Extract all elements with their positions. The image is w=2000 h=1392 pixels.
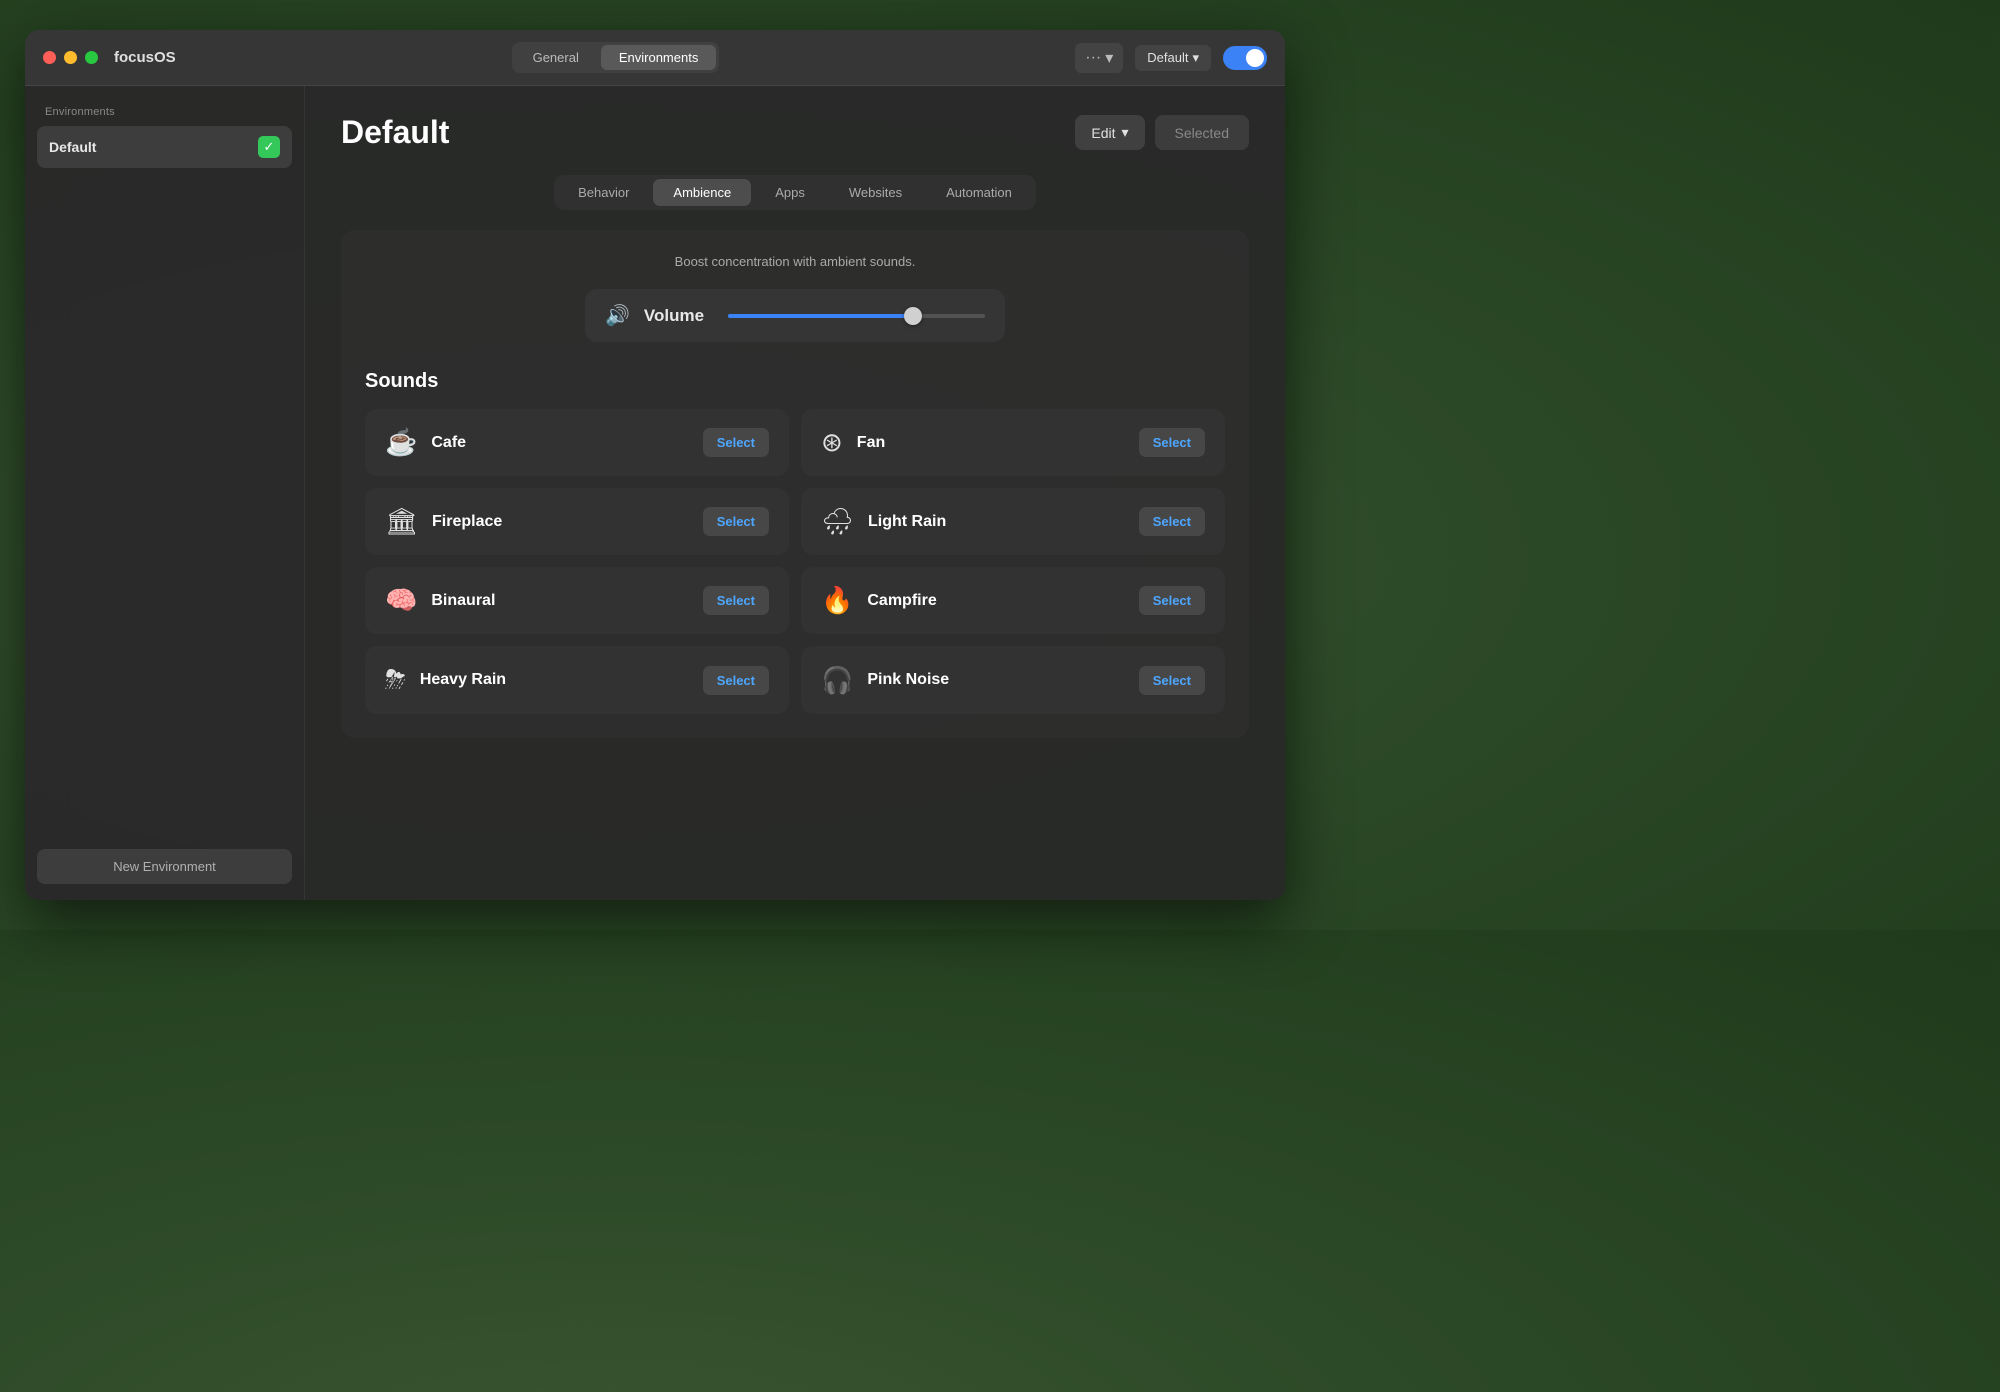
sound-card-binaural: 🧠 Binaural Select <box>365 567 789 634</box>
volume-label: Volume <box>644 306 704 326</box>
sound-name-binaural: Binaural <box>431 592 688 610</box>
sidebar-section-label: Environments <box>37 102 292 126</box>
sound-card-pink-noise: 🎧 Pink Noise Select <box>801 646 1225 714</box>
sound-card-fireplace: 🏛 Fireplace Select <box>365 488 789 555</box>
traffic-lights <box>43 51 98 64</box>
campfire-icon: 🔥 <box>821 585 853 616</box>
sound-name-fireplace: Fireplace <box>432 513 689 531</box>
volume-row: 🔊 Volume <box>585 289 1005 342</box>
chevron-down-icon: ▾ <box>1192 50 1199 66</box>
slider-fill <box>728 314 913 318</box>
fullscreen-button[interactable] <box>85 51 98 64</box>
fireplace-icon: 🏛 <box>385 506 418 537</box>
slider-thumb[interactable] <box>904 307 922 325</box>
sound-card-cafe: ☕ Cafe Select <box>365 409 789 476</box>
focus-toggle[interactable] <box>1223 46 1267 70</box>
body: Environments Default ✓ New Environment D… <box>25 86 1285 900</box>
select-light-rain-button[interactable]: Select <box>1139 507 1205 536</box>
sounds-grid: ☕ Cafe Select ⊛ Fan Select 🏛 Fireplace S… <box>365 409 1225 714</box>
select-fan-button[interactable]: Select <box>1139 428 1205 457</box>
sound-name-cafe: Cafe <box>431 434 688 452</box>
sound-name-campfire: Campfire <box>867 592 1124 610</box>
tab-automation[interactable]: Automation <box>926 179 1032 206</box>
tab-behavior[interactable]: Behavior <box>558 179 649 206</box>
edit-chevron-icon: ▾ <box>1121 124 1128 141</box>
sound-name-heavy-rain: Heavy Rain <box>420 671 689 689</box>
minimize-button[interactable] <box>64 51 77 64</box>
chevron-icon: ▾ <box>1105 48 1113 68</box>
sound-card-campfire: 🔥 Campfire Select <box>801 567 1225 634</box>
titlebar-right: ··· ▾ Default ▾ <box>1055 43 1267 73</box>
tabs-bar: Behavior Ambience Apps Websites Automati… <box>554 175 1036 210</box>
light-rain-icon: 🌧 <box>821 506 854 537</box>
sidebar-item-label: Default <box>49 139 96 155</box>
binaural-icon: 🧠 <box>385 585 417 616</box>
heavy-rain-icon: ⛈ <box>385 664 406 696</box>
tab-ambience[interactable]: Ambience <box>653 179 751 206</box>
toggle-knob <box>1246 49 1264 67</box>
selected-button[interactable]: Selected <box>1155 115 1249 150</box>
app-window: focusOS General Environments ··· ▾ Defau… <box>25 30 1285 900</box>
sound-card-fan: ⊛ Fan Select <box>801 409 1225 476</box>
tab-websites[interactable]: Websites <box>829 179 922 206</box>
boost-text: Boost concentration with ambient sounds. <box>365 254 1225 269</box>
cafe-icon: ☕ <box>385 427 417 458</box>
close-button[interactable] <box>43 51 56 64</box>
check-icon: ✓ <box>258 136 280 158</box>
volume-slider[interactable] <box>728 314 985 318</box>
default-label: Default <box>1147 50 1188 65</box>
new-environment-button[interactable]: New Environment <box>37 849 292 884</box>
select-cafe-button[interactable]: Select <box>703 428 769 457</box>
edit-button[interactable]: Edit ▾ <box>1075 115 1144 150</box>
sidebar: Environments Default ✓ New Environment <box>25 86 305 900</box>
sidebar-item-default[interactable]: Default ✓ <box>37 126 292 168</box>
default-dropdown[interactable]: Default ▾ <box>1135 45 1211 71</box>
tab-general[interactable]: General <box>515 45 597 70</box>
tab-apps[interactable]: Apps <box>755 179 825 206</box>
select-heavy-rain-button[interactable]: Select <box>703 666 769 695</box>
pink-noise-icon: 🎧 <box>821 665 853 696</box>
nav-tabs: General Environments <box>512 42 720 73</box>
sound-card-heavy-rain: ⛈ Heavy Rain Select <box>365 646 789 714</box>
edit-label: Edit <box>1091 125 1115 141</box>
app-title: focusOS <box>114 49 176 66</box>
fan-icon: ⊛ <box>821 427 843 458</box>
main-header: Default Edit ▾ Selected <box>341 114 1249 151</box>
sound-name-light-rain: Light Rain <box>868 513 1125 531</box>
select-campfire-button[interactable]: Select <box>1139 586 1205 615</box>
page-title: Default <box>341 114 449 151</box>
sound-card-light-rain: 🌧 Light Rain Select <box>801 488 1225 555</box>
select-pink-noise-button[interactable]: Select <box>1139 666 1205 695</box>
titlebar: focusOS General Environments ··· ▾ Defau… <box>25 30 1285 86</box>
tab-environments[interactable]: Environments <box>601 45 716 70</box>
more-dots-icon: ··· <box>1085 49 1101 67</box>
ambience-panel: Boost concentration with ambient sounds.… <box>341 230 1249 738</box>
sound-name-pink-noise: Pink Noise <box>867 671 1124 689</box>
more-button[interactable]: ··· ▾ <box>1075 43 1123 73</box>
select-fireplace-button[interactable]: Select <box>703 507 769 536</box>
sound-name-fan: Fan <box>857 434 1125 452</box>
main-content: Default Edit ▾ Selected Behavior Ambienc… <box>305 86 1285 900</box>
header-buttons: Edit ▾ Selected <box>1075 115 1249 150</box>
sounds-title: Sounds <box>365 370 1225 393</box>
volume-icon: 🔊 <box>605 303 630 328</box>
select-binaural-button[interactable]: Select <box>703 586 769 615</box>
